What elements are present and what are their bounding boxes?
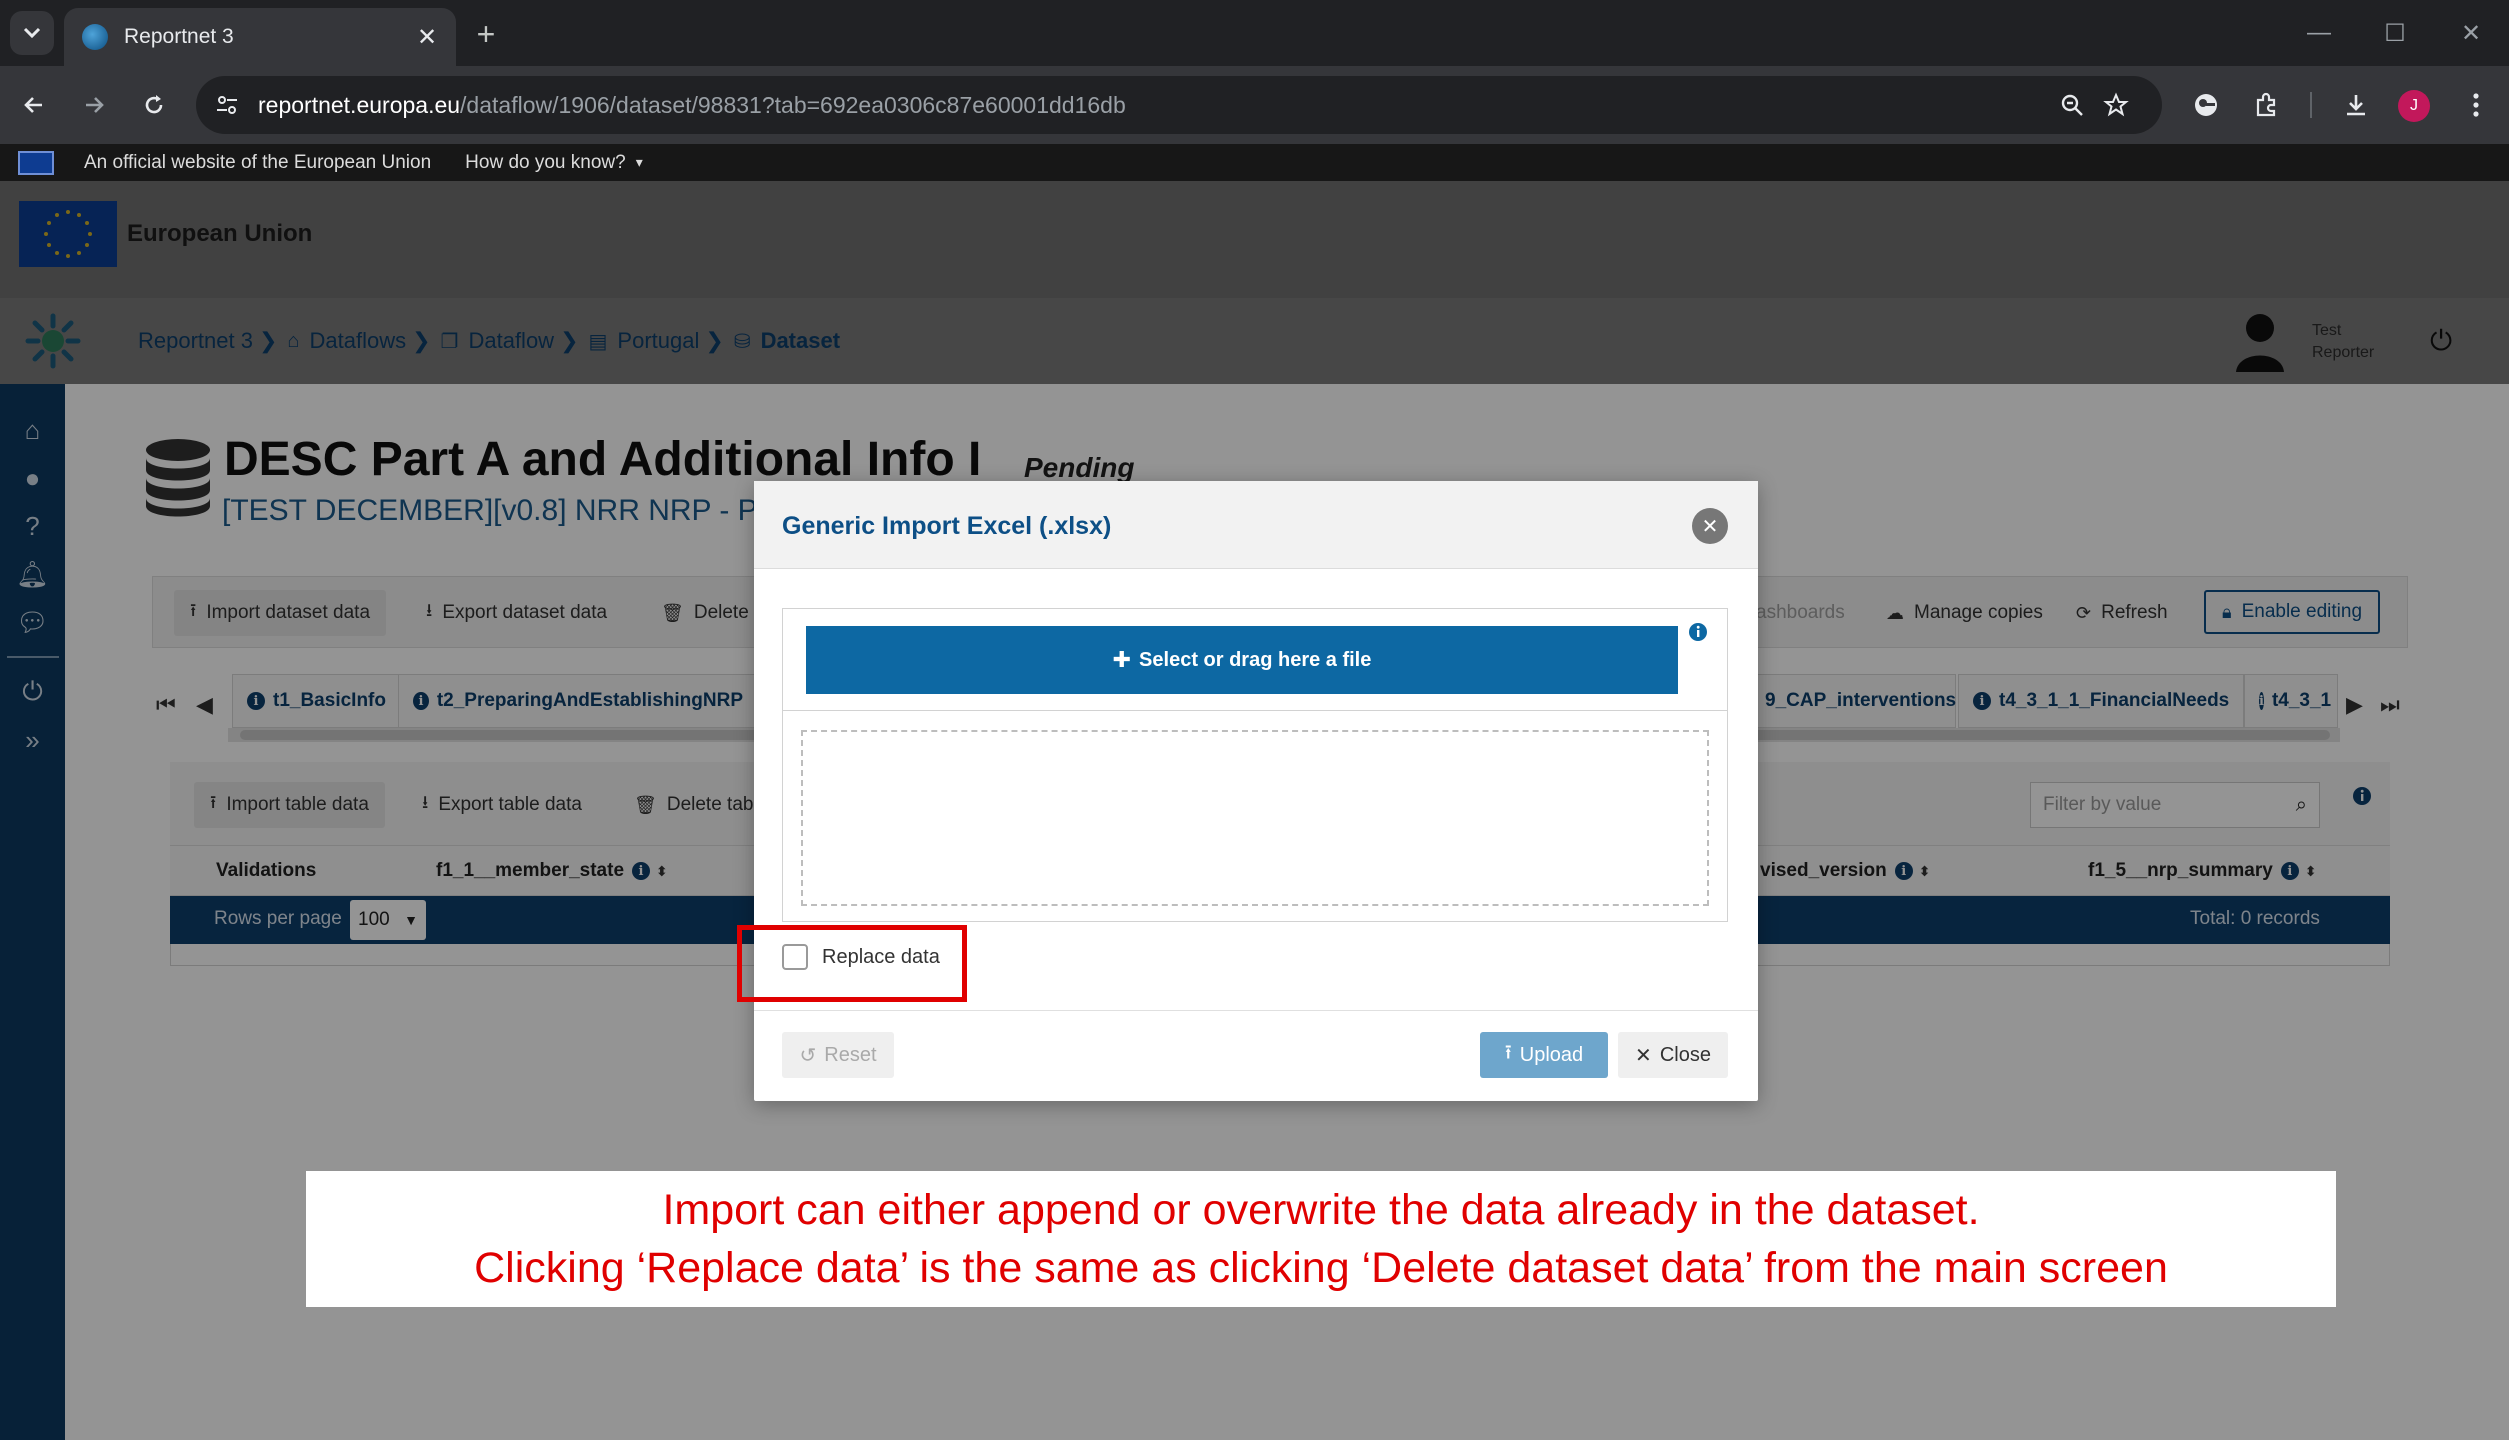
plus-icon: ✚ (1112, 647, 1132, 672)
upload-divider (783, 710, 1727, 711)
close-button[interactable]: ✕ Close (1618, 1032, 1728, 1078)
extensions-icon[interactable] (2244, 83, 2288, 127)
profile-initial: J (2410, 97, 2418, 114)
annotation-callout: Import can either append or overwrite th… (306, 1171, 2336, 1307)
reload-button[interactable] (132, 83, 176, 127)
eu-flag-small-icon (18, 150, 54, 175)
arrow-left-icon (24, 97, 42, 113)
annotation-highlight-box (737, 925, 967, 1002)
modal-title: Generic Import Excel (.xlsx) (782, 512, 1112, 540)
minimize-button[interactable]: — (2281, 0, 2357, 66)
chevron-down-icon (23, 27, 41, 39)
reset-button[interactable]: ↺ Reset (782, 1032, 894, 1078)
callout-line-1: Import can either append or overwrite th… (662, 1186, 1980, 1234)
eu-official-banner: An official website of the European Unio… (0, 144, 2509, 181)
downloads-icon[interactable] (2334, 83, 2378, 127)
tab-search-button[interactable] (10, 11, 54, 55)
bookmark-star-icon[interactable] (2094, 83, 2138, 127)
modal-footer-divider (754, 1010, 1758, 1011)
undo-icon: ↺ (799, 1044, 817, 1067)
password-manager-icon[interactable] (2184, 83, 2228, 127)
profile-avatar[interactable]: J (2398, 90, 2430, 122)
browser-tab-title: Reportnet 3 (124, 25, 234, 48)
modal-close-icon[interactable]: ✕ (1692, 508, 1728, 544)
browser-tab-active[interactable]: Reportnet 3 ✕ (64, 8, 456, 66)
zoom-icon[interactable] (2050, 83, 2094, 127)
file-drop-zone[interactable] (801, 730, 1709, 906)
close-icon: ✕ (1635, 1044, 1652, 1067)
new-tab-button[interactable]: + (466, 14, 506, 54)
upload-icon: ⭱ (1504, 1042, 1512, 1064)
reportnet-favicon-icon (82, 24, 108, 50)
window-close-button[interactable]: ✕ (2433, 0, 2509, 66)
back-button[interactable] (12, 83, 56, 127)
eu-official-text: An official website of the European Unio… (84, 151, 432, 173)
site-settings-icon[interactable] (214, 92, 240, 118)
chevron-down-icon: ▾ (635, 154, 643, 170)
callout-line-2: Clicking ‘Replace data’ is the same as c… (474, 1244, 2168, 1292)
forward-button[interactable] (72, 83, 116, 127)
reload-icon (145, 95, 163, 114)
maximize-button[interactable]: ☐ (2357, 0, 2433, 66)
info-icon[interactable] (1688, 622, 1708, 642)
window-controls: — ☐ ✕ (2281, 0, 2509, 66)
select-file-button[interactable]: ✚ Select or drag here a file (806, 626, 1678, 694)
arrow-right-icon (86, 97, 104, 113)
how-do-you-know-link[interactable]: How do you know? ▾ (465, 152, 643, 174)
address-bar[interactable]: reportnet.europa.eu/dataflow/1906/datase… (196, 76, 2162, 134)
url-text: reportnet.europa.eu/dataflow/1906/datase… (258, 91, 1126, 118)
toolbar-divider (2310, 92, 2312, 118)
upload-button[interactable]: ⭱ Upload (1480, 1032, 1608, 1078)
tab-close-icon[interactable]: ✕ (412, 23, 442, 52)
browser-menu-icon[interactable] (2454, 83, 2498, 127)
